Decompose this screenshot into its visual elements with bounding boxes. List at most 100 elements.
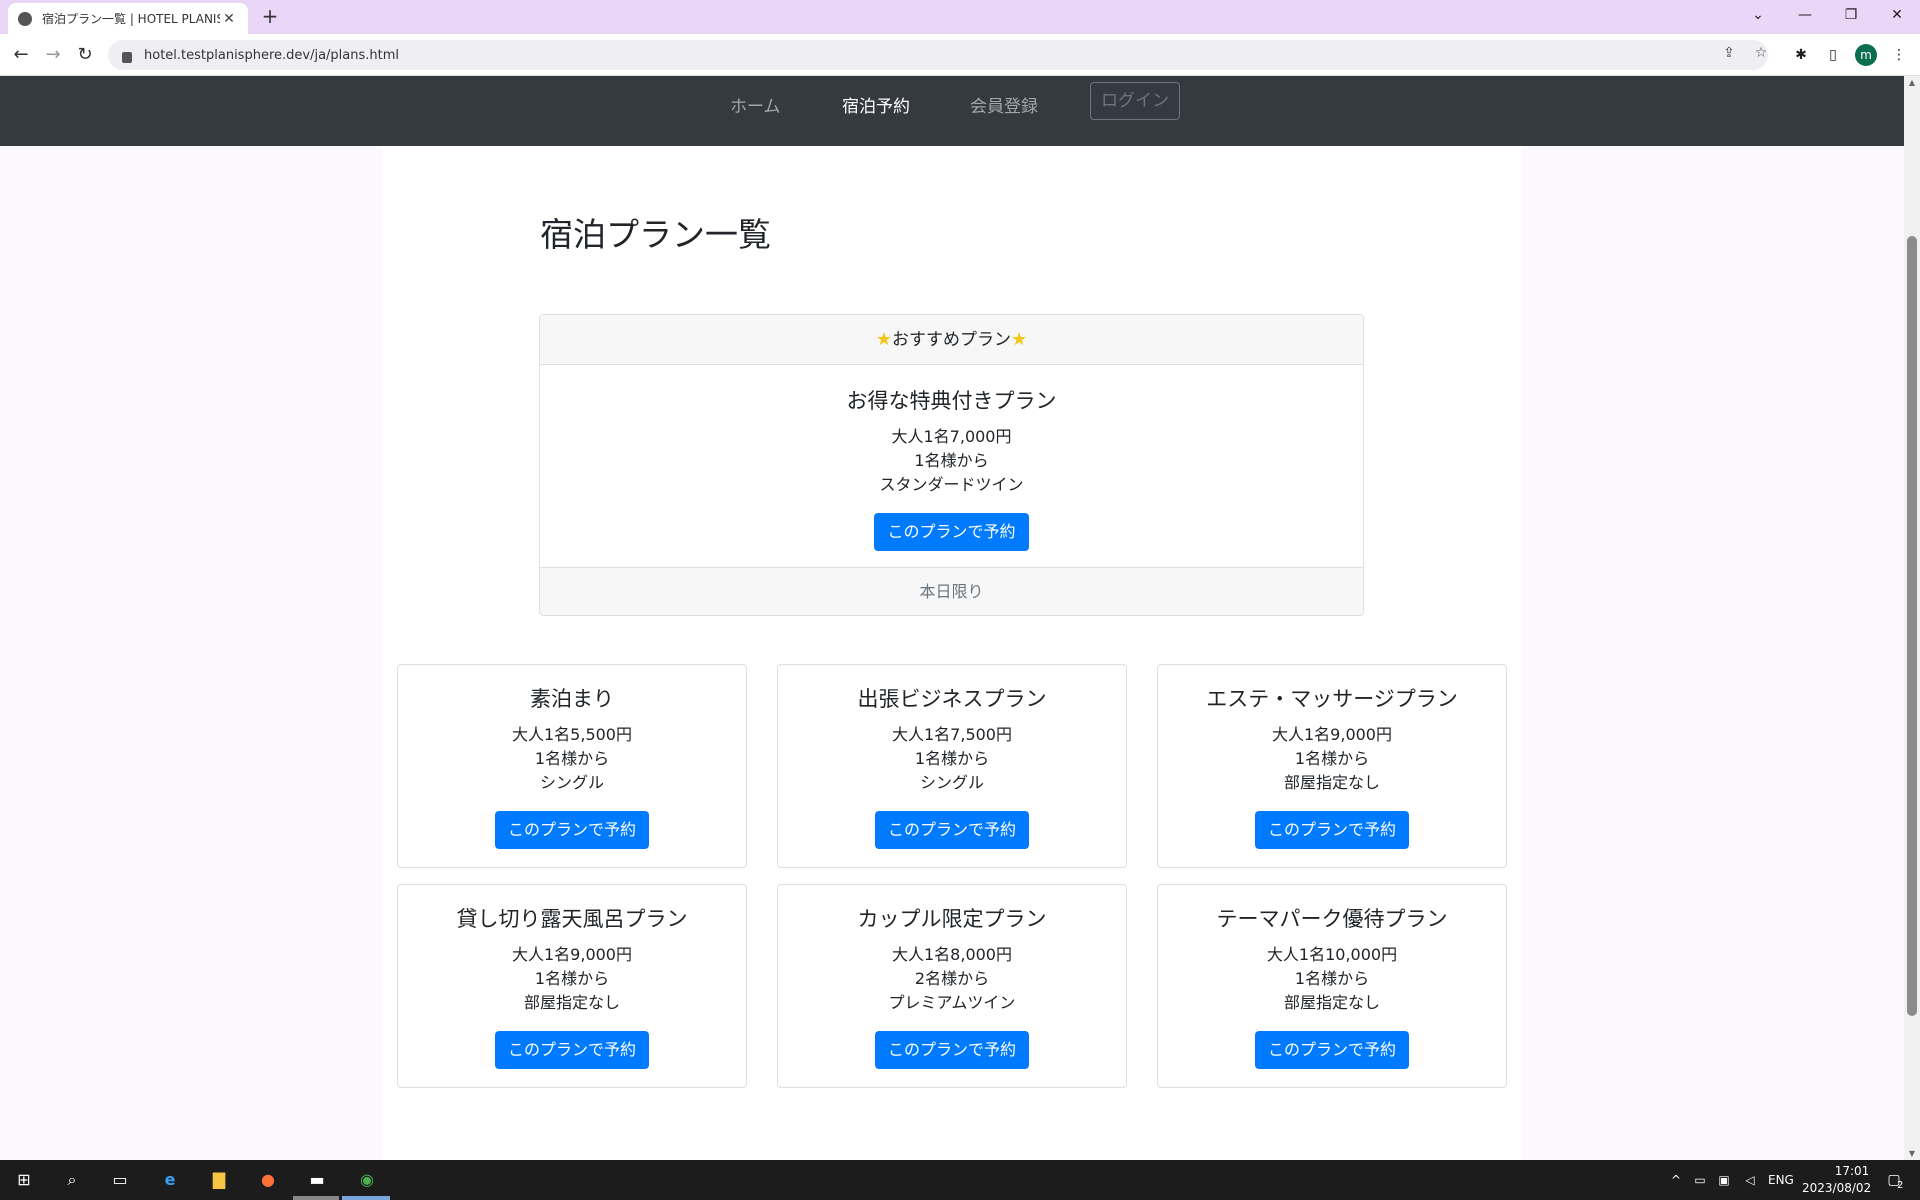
reload-icon[interactable]: ↻ xyxy=(72,42,98,68)
plan-card: テーマパーク優待プラン 大人1名10,000円 1名様から 部屋指定なし このプ… xyxy=(1157,884,1507,1088)
restore-icon[interactable]: ❐ xyxy=(1828,0,1874,30)
plan-title: 出張ビジネスプラン xyxy=(857,687,1047,711)
plan-min-guests: 2名様から xyxy=(914,969,990,988)
plan-card: カップル限定プラン 大人1名8,000円 2名様から プレミアムツイン このプラ… xyxy=(777,884,1127,1088)
plan-price: 大人1名10,000円 xyxy=(1266,945,1398,964)
bookmark-star-icon[interactable]: ☆ xyxy=(1750,42,1772,64)
windows-start-icon[interactable]: ⊞ xyxy=(10,1166,38,1194)
plan-room: 部屋指定なし xyxy=(523,993,620,1012)
reserve-plan-button[interactable]: このプランで予約 xyxy=(874,513,1029,551)
reserve-plan-button[interactable]: このプランで予約 xyxy=(494,811,649,849)
terminal-active-indicator xyxy=(293,1196,339,1200)
plan-min-guests: 1名様から xyxy=(534,969,610,988)
reserve-plan-button[interactable]: このプランで予約 xyxy=(494,1031,649,1069)
new-tab-icon[interactable]: + xyxy=(258,4,282,28)
plan-min-guests: 1名様から xyxy=(534,749,610,768)
clock-date[interactable]: 2023/08/02 xyxy=(1802,1181,1871,1195)
side-panel-icon[interactable]: ▯ xyxy=(1822,44,1844,66)
address-bar[interactable]: hotel.testplanisphere.dev/ja/plans.html xyxy=(108,40,1768,70)
plan-room: シングル xyxy=(539,773,604,792)
plan-price: 大人1名5,500円 xyxy=(512,725,632,744)
featured-plan-card: ★おすすめプラン★ お得な特典付きプラン 大人1名7,000円 1名様から スタ… xyxy=(539,314,1364,616)
plan-min-guests: 1名様から xyxy=(1294,969,1370,988)
plan-min-guests: 1名様から xyxy=(914,749,990,768)
url-text[interactable]: hotel.testplanisphere.dev/ja/plans.html xyxy=(144,48,399,63)
tab-search-icon[interactable]: ⌄ xyxy=(1735,0,1781,30)
globe-icon xyxy=(18,11,32,26)
reserve-plan-button[interactable]: このプランで予約 xyxy=(1254,1031,1409,1069)
forward-arrow-icon[interactable]: → xyxy=(40,42,66,68)
close-tab-icon[interactable]: ✕ xyxy=(220,11,238,27)
chrome-icon[interactable]: ◉ xyxy=(353,1166,381,1194)
internet-explorer-icon[interactable]: e xyxy=(156,1166,184,1194)
scroll-up-icon[interactable]: ▲ xyxy=(1904,78,1920,87)
share-icon[interactable]: ⇪ xyxy=(1718,42,1740,64)
browser-tab-strip: 宿泊プラン一覧 | HOTEL PLANISPH ✕ + ⌄ — ❐ ✕ xyxy=(0,0,1920,34)
clock-time[interactable]: 17:01 xyxy=(1820,1164,1884,1178)
menu-kebab-icon[interactable]: ⋮ xyxy=(1888,44,1910,66)
profile-avatar[interactable]: m xyxy=(1855,44,1877,66)
notification-count: 2 xyxy=(1897,1180,1904,1191)
plan-min-guests: 1名様から xyxy=(1294,749,1370,768)
page-viewport: ホーム 宿泊予約 会員登録 ログイン 宿泊プラン一覧 ★おすすめプラン★ お得な… xyxy=(0,76,1904,1160)
reserve-plan-button[interactable]: このプランで予約 xyxy=(874,1031,1029,1069)
login-button[interactable]: ログイン xyxy=(1090,82,1180,120)
scrollbar-thumb[interactable] xyxy=(1907,236,1917,1016)
featured-footer: 本日限り xyxy=(540,567,1363,615)
plan-title: カップル限定プラン xyxy=(857,907,1047,931)
close-window-icon[interactable]: ✕ xyxy=(1874,0,1920,30)
plan-title: 素泊まり xyxy=(530,687,614,711)
network-icon[interactable]: ▣ xyxy=(1710,1166,1738,1194)
plan-card: 素泊まり 大人1名5,500円 1名様から シングル このプランで予約 xyxy=(397,664,747,868)
task-view-icon[interactable]: ▭ xyxy=(106,1166,134,1194)
featured-body: お得な特典付きプラン 大人1名7,000円 1名様から スタンダードツイン この… xyxy=(540,365,1363,567)
browser-tab[interactable]: 宿泊プラン一覧 | HOTEL PLANISPH ✕ xyxy=(8,3,248,34)
terminal-icon[interactable]: ▬ xyxy=(303,1166,331,1194)
plan-card: エステ・マッサージプラン 大人1名9,000円 1名様から 部屋指定なし このプ… xyxy=(1157,664,1507,868)
plan-room: 部屋指定なし xyxy=(1283,773,1380,792)
plan-min-guests: 1名様から xyxy=(914,451,989,470)
page-title: 宿泊プラン一覧 xyxy=(540,215,771,254)
lock-icon[interactable] xyxy=(122,51,132,63)
minimize-icon[interactable]: — xyxy=(1782,0,1828,30)
nav-signup[interactable]: 会員登録 xyxy=(970,92,1038,117)
page-scrollbar[interactable]: ▲ ▼ xyxy=(1904,76,1920,1160)
featured-header: ★おすすめプラン★ xyxy=(540,315,1363,365)
reserve-plan-button[interactable]: このプランで予約 xyxy=(1254,811,1409,849)
firefox-icon[interactable]: ● xyxy=(254,1166,282,1194)
chrome-active-indicator xyxy=(342,1196,390,1200)
featured-header-label: おすすめプラン xyxy=(892,330,1011,350)
windows-taskbar: ⊞ ⌕ ▭ e ▇ ● ▬ ◉ ^ ▭ ▣ ◁ ENG 17:01 2023/0… xyxy=(0,1160,1920,1200)
plan-price: 大人1名9,000円 xyxy=(1272,725,1392,744)
browser-toolbar: ← → ↻ hotel.testplanisphere.dev/ja/plans… xyxy=(0,34,1920,76)
reserve-plan-button[interactable]: このプランで予約 xyxy=(874,811,1029,849)
notification-icon[interactable]: ▢ xyxy=(1880,1166,1908,1194)
site-navbar: ホーム 宿泊予約 会員登録 ログイン xyxy=(0,76,1904,146)
plan-title: 貸し切り露天風呂プラン xyxy=(456,907,688,931)
scroll-down-icon[interactable]: ▼ xyxy=(1904,1149,1920,1158)
plan-room: スタンダードツイン xyxy=(879,475,1024,494)
tab-title: 宿泊プラン一覧 | HOTEL PLANISPH xyxy=(42,12,220,26)
extensions-icon[interactable]: ✱ xyxy=(1790,44,1812,66)
star-icon: ★ xyxy=(1011,329,1028,350)
nav-reserve[interactable]: 宿泊予約 xyxy=(842,92,910,117)
plan-price: 大人1名9,000円 xyxy=(512,945,632,964)
plan-room: 部屋指定なし xyxy=(1283,993,1380,1012)
volume-muted-icon[interactable]: ◁ xyxy=(1736,1166,1764,1194)
plan-price: 大人1名8,000円 xyxy=(892,945,1012,964)
plan-room: シングル xyxy=(919,773,984,792)
plan-price: 大人1名7,000円 xyxy=(891,427,1012,446)
language-indicator[interactable]: ENG xyxy=(1768,1173,1794,1187)
back-arrow-icon[interactable]: ← xyxy=(8,42,34,68)
plan-title: お得な特典付きプラン xyxy=(846,389,1057,413)
plan-price: 大人1名7,500円 xyxy=(892,725,1012,744)
nav-home[interactable]: ホーム xyxy=(730,92,781,117)
plan-card: 出張ビジネスプラン 大人1名7,500円 1名様から シングル このプランで予約 xyxy=(777,664,1127,868)
plan-card: 貸し切り露天風呂プラン 大人1名9,000円 1名様から 部屋指定なし このプラ… xyxy=(397,884,747,1088)
plan-title: テーマパーク優待プラン xyxy=(1216,907,1448,931)
star-icon: ★ xyxy=(875,329,892,350)
file-explorer-icon[interactable]: ▇ xyxy=(205,1166,233,1194)
plan-title: エステ・マッサージプラン xyxy=(1206,687,1458,711)
search-icon[interactable]: ⌕ xyxy=(58,1166,86,1194)
plan-room: プレミアムツイン xyxy=(888,993,1016,1012)
